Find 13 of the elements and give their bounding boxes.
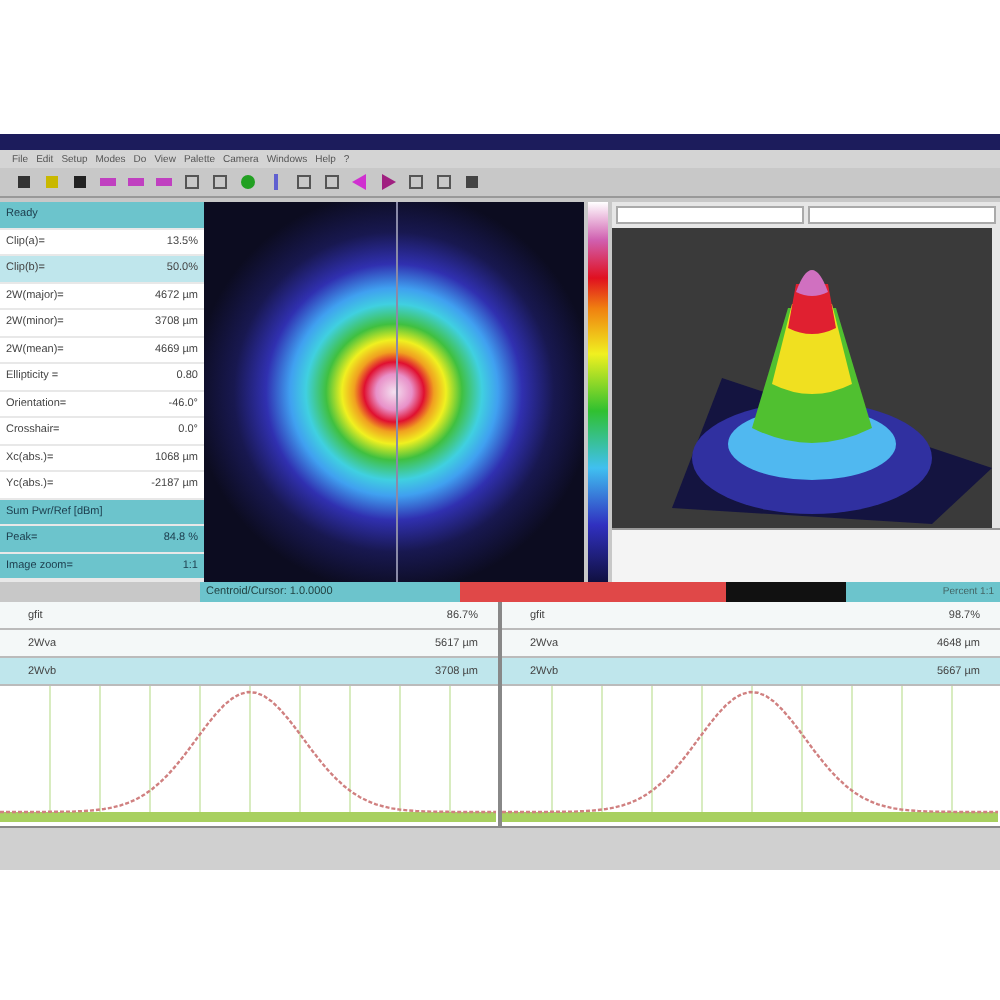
square-icon[interactable]: [14, 172, 34, 192]
square-icon[interactable]: [406, 172, 426, 192]
square-icon[interactable]: [434, 172, 454, 192]
square-icon[interactable]: [210, 172, 230, 192]
field-input[interactable]: [616, 206, 804, 224]
square-icon[interactable]: [182, 172, 202, 192]
square-icon[interactable]: [322, 172, 342, 192]
square-icon[interactable]: [462, 172, 482, 192]
square-icon[interactable]: [294, 172, 314, 192]
surface-peak: [796, 270, 828, 296]
field-input[interactable]: [808, 206, 996, 224]
square-icon[interactable]: [70, 172, 90, 192]
dot-icon[interactable]: [238, 172, 258, 192]
